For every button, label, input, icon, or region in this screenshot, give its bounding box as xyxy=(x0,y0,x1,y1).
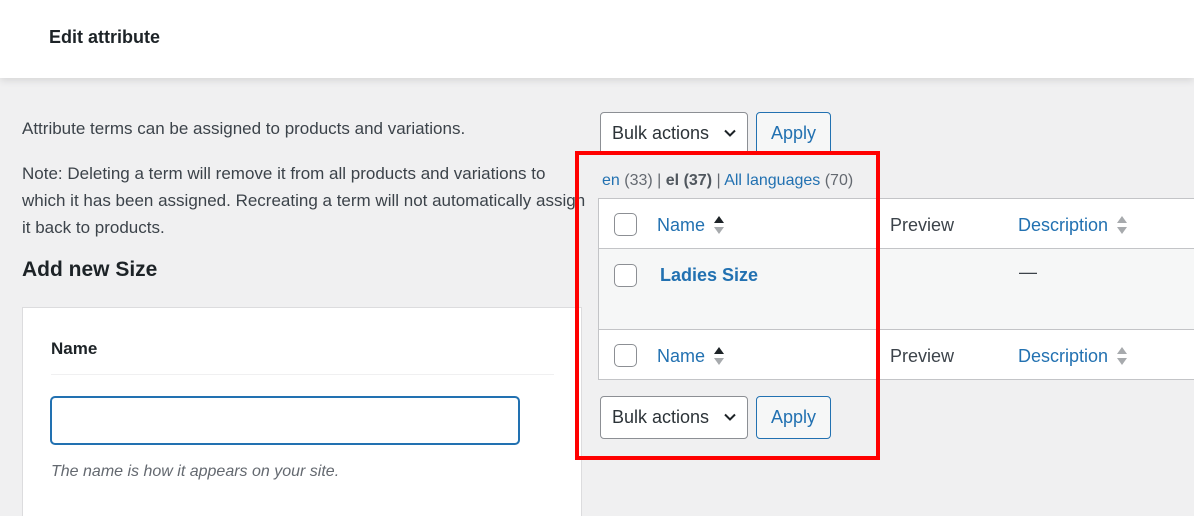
lang-count-el: (37) xyxy=(683,172,713,189)
column-description-sort-bottom[interactable]: Description xyxy=(1018,344,1128,368)
apply-button-top[interactable]: Apply xyxy=(756,112,831,155)
terms-table: Name Preview Description Ladies Size — N… xyxy=(598,198,1194,380)
table-footer: Name Preview Description xyxy=(599,329,1194,380)
sort-icon xyxy=(714,216,725,234)
column-description-sort[interactable]: Description xyxy=(1018,213,1128,237)
add-new-heading: Add new Size xyxy=(22,258,158,281)
column-name-sort-bottom[interactable]: Name xyxy=(657,344,725,368)
bulk-actions-label: Bulk actions xyxy=(612,123,710,143)
chevron-down-icon xyxy=(724,129,736,137)
delete-note: Note: Deleting a term will remove it fro… xyxy=(22,164,586,237)
table-header: Name Preview Description xyxy=(599,199,1194,249)
column-name-label: Name xyxy=(657,345,706,366)
add-term-form: Name The name is how it appears on your … xyxy=(22,307,582,516)
column-description-label: Description xyxy=(1018,345,1109,366)
select-all-checkbox-bottom[interactable] xyxy=(614,344,637,367)
select-all-checkbox[interactable] xyxy=(614,213,637,236)
column-preview-bottom: Preview xyxy=(890,345,955,366)
name-input[interactable] xyxy=(51,397,519,444)
column-name-sort[interactable]: Name xyxy=(657,213,725,237)
name-help-text: The name is how it appears on your site. xyxy=(51,463,340,480)
lang-link-en[interactable]: en xyxy=(602,172,620,189)
lang-link-all[interactable]: All languages xyxy=(724,172,820,189)
term-description: — xyxy=(1019,262,1037,282)
top-bar: Edit attribute xyxy=(0,0,1194,78)
bulk-actions-select-bottom[interactable]: Bulk actions xyxy=(600,396,748,439)
sort-icon xyxy=(714,347,725,365)
column-description-label: Description xyxy=(1018,214,1109,235)
term-name-link[interactable]: Ladies Size xyxy=(660,265,758,286)
language-filter: en (33) | el (37) | All languages (70) xyxy=(602,172,853,190)
separator: | xyxy=(716,172,721,189)
row-checkbox[interactable] xyxy=(614,264,637,287)
lang-count-en: (33) xyxy=(624,172,653,189)
separator: | xyxy=(657,172,662,189)
apply-button-bottom[interactable]: Apply xyxy=(756,396,831,439)
lang-count-all: (70) xyxy=(824,172,854,189)
sort-icon xyxy=(1117,347,1128,365)
page-title: Edit attribute xyxy=(49,27,160,47)
column-name-label: Name xyxy=(657,214,706,235)
name-label: Name xyxy=(51,339,98,358)
column-preview: Preview xyxy=(890,214,955,235)
table-row: Ladies Size — xyxy=(599,249,1194,329)
intro-text: Attribute terms can be assigned to produ… xyxy=(22,119,466,138)
chevron-down-icon xyxy=(724,413,736,421)
bulk-actions-label: Bulk actions xyxy=(612,407,710,427)
divider xyxy=(51,374,554,375)
lang-current-el: el xyxy=(665,172,680,189)
sort-icon xyxy=(1117,216,1128,234)
bulk-actions-select-top[interactable]: Bulk actions xyxy=(600,112,748,155)
